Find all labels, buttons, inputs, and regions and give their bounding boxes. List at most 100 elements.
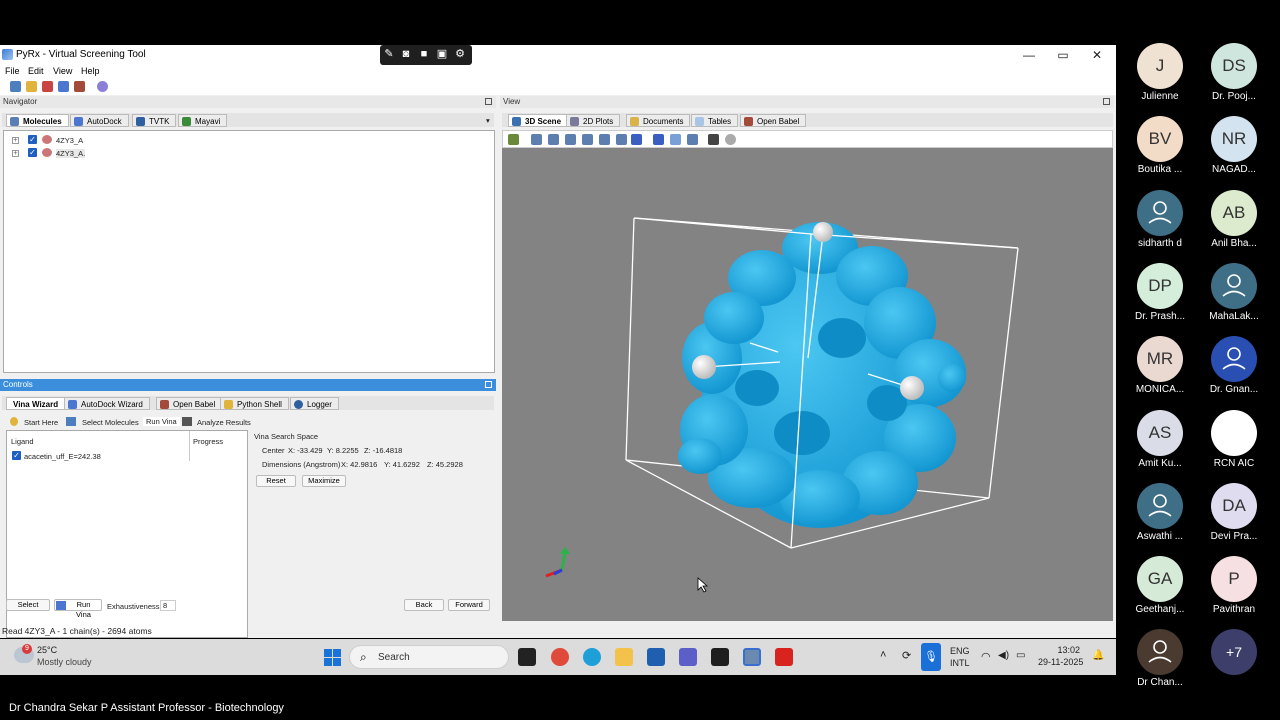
participant-avatar[interactable]: P (1211, 556, 1257, 602)
tab-vina-wizard[interactable]: Vina Wizard (6, 397, 66, 410)
participant-avatar[interactable]: J (1137, 43, 1183, 89)
ligand-checkbox[interactable]: ✓ (12, 451, 21, 460)
view-x-plus-icon[interactable] (531, 134, 542, 145)
participant-avatar-icon[interactable] (1137, 629, 1183, 675)
step-run-vina[interactable]: Run Vina (143, 417, 180, 426)
step-select-molecules[interactable]: Select Molecules (82, 418, 139, 427)
participant-avatar[interactable]: AB (1211, 190, 1257, 236)
view-z-plus-icon[interactable] (599, 134, 610, 145)
tab-tables[interactable]: Tables (691, 114, 739, 127)
axes-icon[interactable] (670, 134, 681, 145)
participant-avatar-icon[interactable] (1211, 263, 1257, 309)
vina-icon[interactable] (58, 81, 69, 92)
autodock-icon[interactable] (42, 81, 53, 92)
maximize-button[interactable]: Maximize (302, 475, 346, 487)
step-analyze-results[interactable]: Analyze Results (197, 418, 251, 427)
tab-autodock-wizard[interactable]: AutoDock Wizard (64, 397, 150, 410)
tab-molecules[interactable]: Molecules (6, 114, 69, 127)
participant-avatar[interactable]: MR (1137, 336, 1183, 382)
close-button[interactable]: ✕ (1080, 45, 1114, 65)
participant-avatar[interactable]: BV (1137, 116, 1183, 162)
exhaustiveness-input[interactable]: 8 (160, 600, 176, 611)
title-bar[interactable]: PyRx - Virtual Screening Tool — ▭ ✕ (0, 45, 1116, 65)
minimize-button[interactable]: — (1012, 45, 1046, 65)
column-header-progress[interactable]: Progress (193, 437, 223, 446)
forward-button[interactable]: Forward (448, 599, 490, 611)
select-button[interactable]: Select (6, 599, 50, 611)
molecule-checkbox[interactable]: ✓ (28, 135, 37, 144)
restore-button[interactable]: ▭ (1046, 45, 1080, 65)
run-vina-button[interactable]: Run Vina (54, 599, 102, 619)
participant-avatar-icon[interactable] (1137, 190, 1183, 236)
view-y-plus-icon[interactable] (565, 134, 576, 145)
weather-temp[interactable]: 25°C (37, 645, 57, 655)
3d-scene-viewport[interactable] (502, 148, 1113, 621)
file-explorer-icon[interactable] (615, 648, 633, 666)
language-bottom[interactable]: INTL (950, 658, 970, 668)
teams-icon[interactable] (679, 648, 697, 666)
back-button[interactable]: Back (404, 599, 444, 611)
wifi-icon[interactable]: ◠ (981, 650, 991, 663)
tab-3d-scene[interactable]: 3D Scene (508, 114, 569, 127)
store-icon[interactable] (647, 648, 665, 666)
view-z-minus-icon[interactable] (616, 134, 627, 145)
task-view-icon[interactable] (518, 648, 536, 666)
participant-avatar[interactable]: GA (1137, 556, 1183, 602)
view-y-minus-icon[interactable] (582, 134, 593, 145)
participant-avatar[interactable]: DP (1137, 263, 1183, 309)
clock-time[interactable]: 13:02 (1044, 645, 1080, 655)
step-start-here[interactable]: Start Here (24, 418, 58, 427)
video-icon[interactable]: ■ (417, 48, 431, 61)
load-molecule-icon[interactable] (10, 81, 21, 92)
chrome-icon[interactable] (551, 648, 569, 666)
terminal-icon[interactable] (711, 648, 729, 666)
menu-view[interactable]: View (53, 66, 72, 76)
settings-icon[interactable] (97, 81, 108, 92)
taskbar-search-input[interactable]: ⌕ Search (349, 645, 509, 669)
gear-icon[interactable]: ⚙ (453, 48, 467, 61)
camera-icon[interactable]: ◙ (399, 48, 413, 61)
copy-icon[interactable]: ▣ (435, 48, 449, 61)
participant-avatar[interactable]: +7 (1211, 629, 1257, 675)
molecule-item[interactable]: 4ZY3_A. (56, 149, 86, 158)
view-x-minus-icon[interactable] (548, 134, 559, 145)
reset-button[interactable]: Reset (256, 475, 296, 487)
fullscreen-icon[interactable] (687, 134, 698, 145)
tab-logger[interactable]: Logger (290, 397, 339, 410)
sync-icon[interactable]: ⟳ (902, 649, 911, 662)
expand-icon[interactable]: + (12, 137, 19, 144)
windows-start-icon[interactable] (324, 649, 341, 666)
microphone-icon[interactable]: 🎙 (921, 643, 941, 671)
tab-open-babel-view[interactable]: Open Babel (740, 114, 807, 127)
molecule-checkbox[interactable]: ✓ (28, 148, 37, 157)
column-header-ligand[interactable]: Ligand (11, 437, 34, 446)
participant-avatar-icon[interactable] (1211, 336, 1257, 382)
chevron-up-icon[interactable]: ˄ (880, 649, 886, 661)
save-icon[interactable] (708, 134, 719, 145)
participant-avatar[interactable]: DA (1211, 483, 1257, 529)
participant-avatar[interactable]: NR (1211, 116, 1257, 162)
menu-file[interactable]: File (5, 66, 20, 76)
clock-date[interactable]: 29-11-2025 (1038, 657, 1083, 667)
edge-icon[interactable] (583, 648, 601, 666)
participant-avatar[interactable]: DS (1211, 43, 1257, 89)
navigator-dropdown-icon[interactable]: ▾ (486, 116, 490, 125)
acrobat-icon[interactable] (775, 648, 793, 666)
language-top[interactable]: ENG (950, 646, 970, 656)
tab-autodock[interactable]: AutoDock (70, 114, 129, 127)
parallel-projection-icon[interactable] (653, 134, 664, 145)
expand-icon[interactable]: + (12, 150, 19, 157)
menu-help[interactable]: Help (81, 66, 100, 76)
tab-documents[interactable]: Documents (626, 114, 691, 127)
ligand-row[interactable]: acacetin_uff_E=242.38 (24, 452, 101, 461)
weather-desc[interactable]: Mostly cloudy (37, 657, 92, 667)
pyrx-taskbar-icon[interactable] (743, 648, 761, 666)
tab-mayavi[interactable]: Mayavi (178, 114, 228, 127)
molecule-item[interactable]: 4ZY3_A (56, 136, 83, 145)
participant-avatar-icon[interactable] (1137, 483, 1183, 529)
pipeline-icon[interactable] (508, 134, 519, 145)
python-icon[interactable] (26, 81, 37, 92)
notification-bell-icon[interactable]: 🔔 (1092, 650, 1104, 661)
babel-icon[interactable] (74, 81, 85, 92)
tab-open-babel[interactable]: Open Babel (156, 397, 223, 410)
